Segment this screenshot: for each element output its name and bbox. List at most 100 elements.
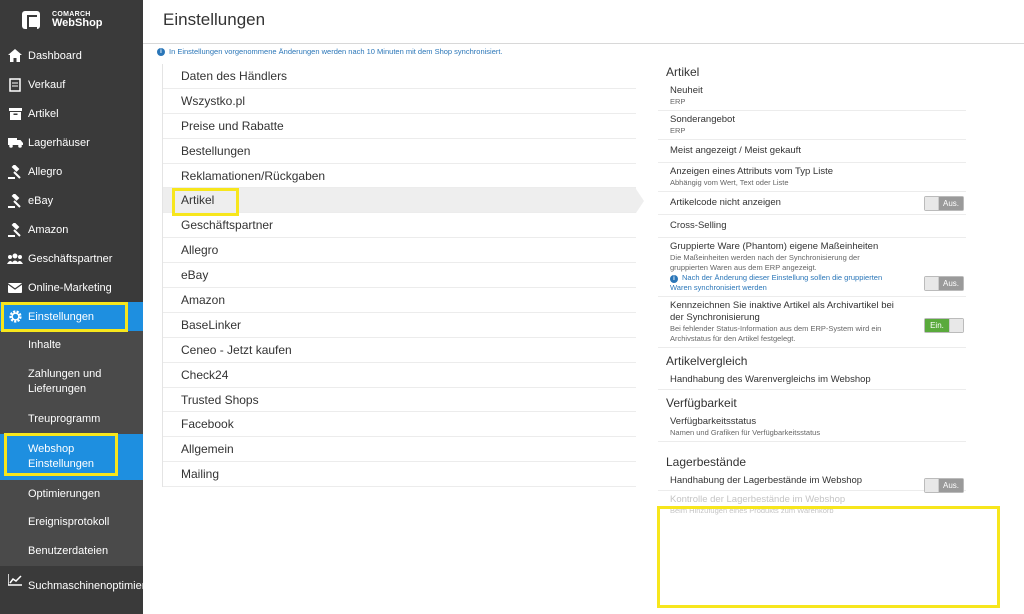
sidebar-item-lagerhaeuser[interactable]: Lagerhäuser [0, 128, 143, 157]
setting-title: Artikelcode nicht anzeigen [670, 197, 781, 208]
sidebar-item-einstellungen[interactable]: Einstellungen [0, 302, 143, 331]
sidebar-item-label: Verkauf [28, 78, 66, 91]
setting-subtitle: ERP [670, 97, 686, 106]
settings-menu-label: eBay [181, 268, 209, 283]
sidebar-item-seo[interactable]: Suchmaschinenoptimierung [0, 566, 164, 606]
sidebar-item-verkauf[interactable]: Verkauf [0, 70, 143, 99]
sidebar-subitem-label: Optimierungen [28, 487, 101, 500]
setting-sonderangebot[interactable]: Sonderangebot ERP [658, 111, 966, 140]
page-title: Einstellungen [163, 10, 266, 29]
sidebar-item-label: Online-Marketing [28, 281, 112, 294]
settings-menu-item[interactable]: Check24 [163, 363, 636, 388]
setting-verfuegbarkeitsstatus[interactable]: Verfügbarkeitsstatus Namen und Grafiken … [658, 413, 966, 442]
sidebar-item-label: Lagerhäuser [28, 136, 90, 149]
sidebar-subitem-inhalte[interactable]: Inhalte [0, 331, 143, 359]
gavel-icon [7, 193, 23, 209]
setting-lager-handhabung: Handhabung der Lagerbestände im Webshop … [658, 472, 966, 493]
settings-menu-label: Bestellungen [181, 143, 251, 158]
setting-meist[interactable]: Meist angezeigt / Meist gekauft [658, 140, 966, 163]
sidebar-subitem-label: Webshop Einstellungen [28, 443, 95, 470]
setting-crossselling[interactable]: Cross-Selling [658, 215, 966, 238]
settings-menu-item[interactable]: Mailing [163, 462, 636, 488]
home-icon [7, 48, 23, 64]
sidebar-item-dashboard[interactable]: Dashboard [0, 41, 143, 70]
gruppierte-toggle[interactable]: Aus. [924, 276, 964, 291]
setting-title: Kennzeichnen Sie inaktive Artikel als Ar… [670, 300, 894, 323]
setting-lager-kontrolle: Kontrolle der Lagerbestände im Webshop B… [658, 491, 966, 519]
section-title-verfuegbarkeit: Verfügbarkeit [666, 396, 737, 410]
sidebar-item-label: eBay [28, 194, 54, 207]
settings-menu-item[interactable]: Wszystko.pl [163, 89, 636, 114]
sidebar-item-online-marketing[interactable]: Online-Marketing [0, 273, 143, 302]
sidebar-item-geschaeftspartner[interactable]: Geschäftspartner [0, 244, 143, 273]
sync-info: i In Einstellungen vorgenommene Änderung… [157, 47, 503, 56]
sidebar-item-amazon[interactable]: Amazon [0, 215, 143, 244]
settings-menu-label: Wszystko.pl [181, 93, 246, 108]
setting-kennzeichnen: Kennzeichnen Sie inaktive Artikel als Ar… [658, 297, 966, 348]
app-logo[interactable]: COMARCH WebShop [0, 0, 143, 40]
settings-menu-item[interactable]: Reklamationen/Rückgaben [163, 164, 636, 189]
setting-title: Verfügbarkeitsstatus [670, 416, 757, 427]
setting-note: i Nach der Änderung dieser Einstellung so… [670, 273, 896, 293]
gavel-icon [7, 164, 23, 180]
sidebar-subitem-webshop-einstellungen[interactable]: Webshop Einstellungen [0, 434, 143, 480]
settings-menu-label: Amazon [181, 292, 226, 307]
toggle-label: Aus. [939, 197, 963, 210]
artikelcode-toggle[interactable]: Aus. [924, 196, 964, 211]
settings-menu-item[interactable]: Facebook [163, 412, 636, 438]
sidebar-subitem-benutzerdateien[interactable]: Benutzerdateien [0, 537, 143, 566]
section-title-artikelvergleich: Artikelvergleich [666, 354, 748, 368]
setting-title: Gruppierte Ware (Phantom) eigene Maßeinh… [670, 241, 879, 252]
sidebar-item-label: Geschäftspartner [28, 252, 113, 265]
users-icon [7, 251, 23, 267]
sidebar-item-label: Artikel [28, 107, 59, 120]
settings-menu-item[interactable]: Bestellungen [163, 139, 636, 164]
settings-menu-label: Daten des Händlers [181, 68, 288, 83]
chart-line-icon [7, 572, 23, 588]
settings-menu-label: Mailing [181, 467, 220, 482]
settings-menu-item[interactable]: Amazon [163, 288, 636, 313]
sidebar-subitem-zahlungen[interactable]: Zahlungen und Lieferungen [0, 359, 143, 405]
sidebar-subitem-label: Treuprogramm [28, 413, 101, 425]
toggle-label: Aus. [939, 277, 963, 290]
kennzeichnen-toggle[interactable]: Ein. [924, 318, 964, 333]
setting-subtitle: Beim Hinzufügen eines Produkts zum Waren… [670, 506, 834, 515]
document-icon [7, 77, 23, 93]
settings-menu-label: Reklamationen/Rückgaben [181, 168, 326, 183]
toggle-knob [949, 319, 963, 332]
setting-artikelcode: Artikelcode nicht anzeigen Aus. [658, 192, 966, 215]
settings-menu-item[interactable]: Preise und Rabatte [163, 114, 636, 139]
sidebar-item-label: Amazon [28, 223, 69, 236]
sidebar-subitem-label: Zahlungen und Lieferungen [28, 368, 102, 395]
settings-menu-item[interactable]: eBay [163, 263, 636, 289]
sidebar-item-artikel[interactable]: Artikel [0, 99, 143, 128]
setting-subtitle: Die Maßeinheiten werden nach der Synchro… [670, 253, 860, 272]
sidebar-item-label: Einstellungen [28, 310, 95, 323]
settings-menu-item[interactable]: Artikel [163, 188, 636, 214]
settings-menu-item[interactable]: Allgemein [163, 437, 636, 463]
settings-menu-item[interactable]: Trusted Shops [163, 388, 636, 413]
setting-warenvergleich[interactable]: Handhabung des Warenvergleichs im Websho… [658, 371, 966, 390]
settings-menu-label: Trusted Shops [181, 392, 259, 407]
sidebar-subitem-optimierungen[interactable]: Optimierungen [0, 480, 143, 508]
sync-info-text: In Einstellungen vorgenommene Änderungen… [169, 47, 503, 56]
active-arrow [636, 189, 644, 213]
sidebar-subitem-treuprogramm[interactable]: Treuprogramm [0, 405, 143, 434]
settings-menu-item[interactable]: Geschäftspartner [163, 213, 636, 239]
settings-menu-item[interactable]: Ceneo - Jetzt kaufen [163, 338, 636, 363]
settings-menu-label: BaseLinker [181, 317, 242, 332]
settings-menu-item[interactable]: BaseLinker [163, 313, 636, 338]
settings-menu-label: Allgemein [181, 442, 234, 457]
settings-panel: Artikel Neuheit ERP Sonderangebot ERP Me… [658, 62, 966, 519]
setting-neuheit[interactable]: Neuheit ERP [658, 82, 966, 111]
sidebar-subitem-ereignisprotokoll[interactable]: Ereignisprotokoll [0, 508, 143, 537]
setting-title: Anzeigen eines Attributs vom Typ Liste [670, 166, 833, 177]
settings-menu-item[interactable]: Daten des Händlers [163, 64, 636, 89]
setting-attribut[interactable]: Anzeigen eines Attributs vom Typ Liste A… [658, 163, 966, 192]
mail-icon [7, 280, 23, 296]
setting-title: Cross-Selling [670, 220, 727, 231]
settings-menu-item[interactable]: Allegro [163, 238, 636, 264]
sidebar-item-allegro[interactable]: Allegro [0, 157, 143, 186]
sidebar-item-ebay[interactable]: eBay [0, 186, 143, 215]
brand-line2: WebShop [52, 17, 103, 29]
